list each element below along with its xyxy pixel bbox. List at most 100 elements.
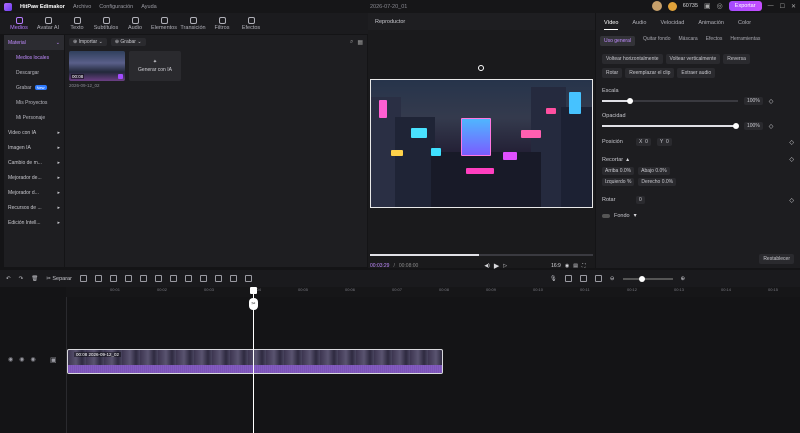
rotate-handle-icon[interactable]	[478, 65, 484, 71]
tool-icon[interactable]	[199, 275, 207, 282]
import-button[interactable]: ⊕ Importar ⌄	[69, 38, 107, 46]
tab-transition[interactable]: Transición	[180, 13, 206, 34]
subtab-remove-bg[interactable]: Quitar fondo	[643, 36, 671, 46]
video-preview[interactable]	[370, 79, 593, 208]
keyframe-icon[interactable]: ◇	[789, 197, 794, 204]
tool-icon[interactable]	[139, 275, 147, 282]
tool-icon[interactable]	[184, 275, 192, 282]
grid-view-icon[interactable]: ▦	[357, 39, 363, 46]
scale-value[interactable]: 100%	[744, 97, 763, 105]
nav-material[interactable]: Material ⌄	[4, 35, 64, 50]
zoom-slider[interactable]	[622, 275, 673, 282]
menu-file[interactable]: Archivo	[73, 4, 91, 10]
tab-speed[interactable]: Velocidad	[660, 20, 684, 30]
nav-my-character[interactable]: Mi Personaje	[4, 110, 64, 125]
tab-text[interactable]: Texto	[64, 13, 90, 34]
keyframe-icon[interactable]: ◇	[769, 98, 774, 105]
track-mute-icon[interactable]: ◉	[8, 356, 13, 363]
playhead[interactable]	[253, 289, 254, 433]
tab-avatar-ai[interactable]: Avatar AI	[35, 13, 61, 34]
tab-subtitles[interactable]: Subtítulos	[93, 13, 119, 34]
media-clip-card[interactable]: 00:08 2026-09-12_02	[69, 51, 125, 88]
reset-button[interactable]: Restablecer	[759, 254, 794, 264]
redo-icon[interactable]: ↷	[19, 276, 24, 282]
tool-icon[interactable]	[79, 275, 87, 282]
tab-filters[interactable]: Filtros	[209, 13, 235, 34]
replace-clip-button[interactable]: Reemplazar el clip	[625, 68, 675, 78]
next-frame-icon[interactable]: ▷	[503, 263, 507, 269]
crop-right[interactable]: Derecho 0.0%	[638, 178, 677, 186]
mic-icon[interactable]: 🎙	[550, 276, 557, 282]
chevron-up-icon[interactable]: ▴	[626, 156, 629, 163]
delete-icon[interactable]: 🗑	[31, 276, 38, 282]
keyframe-icon[interactable]: ◇	[789, 156, 794, 163]
nav-my-projects[interactable]: Mis Proyectos	[4, 95, 64, 110]
crop-bottom[interactable]: Abajo 0.0%	[638, 167, 670, 175]
tool-icon[interactable]	[109, 275, 117, 282]
help-icon[interactable]: ◎	[717, 2, 723, 10]
maximize-icon[interactable]: ☐	[780, 3, 785, 10]
close-icon[interactable]: ✕	[791, 3, 796, 10]
cover-icon[interactable]: ▣	[50, 356, 57, 364]
generate-ai-button[interactable]: ✦ Generar con IA	[129, 51, 181, 81]
nav-image-ai[interactable]: Imagen IA ▸	[4, 140, 64, 155]
volume-icon[interactable]: ◀)	[484, 263, 490, 269]
zoom-in-icon[interactable]: ⊕	[681, 276, 686, 282]
menu-help[interactable]: Ayuda	[141, 4, 157, 10]
tab-animation[interactable]: Animación	[698, 20, 724, 30]
opacity-slider[interactable]	[602, 123, 739, 129]
minimize-icon[interactable]: —	[768, 3, 774, 9]
nav-change[interactable]: Cambio de m... ▸	[4, 155, 64, 170]
export-button[interactable]: Exportar	[728, 1, 762, 11]
tool-icon[interactable]	[154, 275, 162, 282]
tab-audio[interactable]: Audio	[122, 13, 148, 34]
chevron-down-icon[interactable]: ▾	[634, 212, 637, 219]
extract-audio-button[interactable]: Extraer audio	[677, 68, 716, 78]
tool-icon[interactable]	[564, 275, 572, 282]
nav-record[interactable]: Grabar New	[4, 80, 64, 95]
undo-icon[interactable]: ↶	[6, 276, 11, 282]
tab-effects[interactable]: Efectos	[238, 13, 264, 34]
rotate-button[interactable]: Rotar	[602, 68, 623, 78]
nav-local-media[interactable]: Medios locales	[4, 50, 64, 65]
zoom-out-icon[interactable]: ⊖	[610, 276, 615, 282]
nav-download[interactable]: Descargar	[4, 65, 64, 80]
tab-color[interactable]: Color	[738, 20, 751, 30]
nav-enhancer-2[interactable]: Mejorador d... ▸	[4, 185, 64, 200]
track-visibility-icon[interactable]: ◉	[31, 356, 36, 363]
position-x[interactable]: X 0	[636, 138, 651, 146]
scissors-icon[interactable]: ✂	[249, 298, 258, 310]
tool-icon[interactable]	[214, 275, 222, 282]
subtab-general[interactable]: Uso general	[600, 36, 635, 46]
subtab-mask[interactable]: Máscara	[679, 36, 698, 46]
tool-icon[interactable]	[94, 275, 102, 282]
tool-icon[interactable]	[169, 275, 177, 282]
timeline-ruler[interactable]: 00:01 00:02 00:03 00:04 00:05 00:06 00:0…	[66, 287, 800, 297]
quality-icon[interactable]: ▤	[573, 263, 578, 269]
tool-icon[interactable]	[579, 275, 587, 282]
flip-vertical-button[interactable]: Voltear verticalmente	[665, 54, 721, 64]
tab-media[interactable]: Medios	[6, 13, 32, 34]
nav-video-ai[interactable]: Video con IA ▸	[4, 125, 64, 140]
track-lock-icon[interactable]: ◉	[19, 356, 24, 363]
tab-elements[interactable]: Elementos	[151, 13, 177, 34]
tool-icon[interactable]	[229, 275, 237, 282]
subtab-tools[interactable]: Herramientas	[730, 36, 760, 46]
search-icon[interactable]: ⌕	[350, 39, 353, 46]
reverse-button[interactable]: Reversa	[723, 54, 750, 64]
playhead-handle[interactable]	[250, 287, 257, 294]
record-button[interactable]: ⊕ Grabar ⌄	[110, 38, 146, 46]
opacity-value[interactable]: 100%	[744, 122, 763, 130]
menu-settings[interactable]: Configuración	[99, 4, 133, 10]
tool-icon[interactable]	[594, 275, 602, 282]
keyframe-icon[interactable]: ◇	[789, 139, 794, 146]
background-toggle[interactable]	[602, 213, 610, 218]
aspect-ratio[interactable]: 16:9	[551, 263, 561, 269]
fullscreen-icon[interactable]: ⛶	[582, 263, 586, 269]
tab-video[interactable]: Vídeo	[604, 20, 619, 30]
nav-enhancer-1[interactable]: Mejorador de... ▸	[4, 170, 64, 185]
scale-slider[interactable]	[602, 98, 738, 104]
snapshot-icon[interactable]: ◉	[565, 263, 569, 269]
avatar[interactable]	[651, 1, 662, 11]
split-button[interactable]: ✂ Separar	[46, 276, 72, 282]
